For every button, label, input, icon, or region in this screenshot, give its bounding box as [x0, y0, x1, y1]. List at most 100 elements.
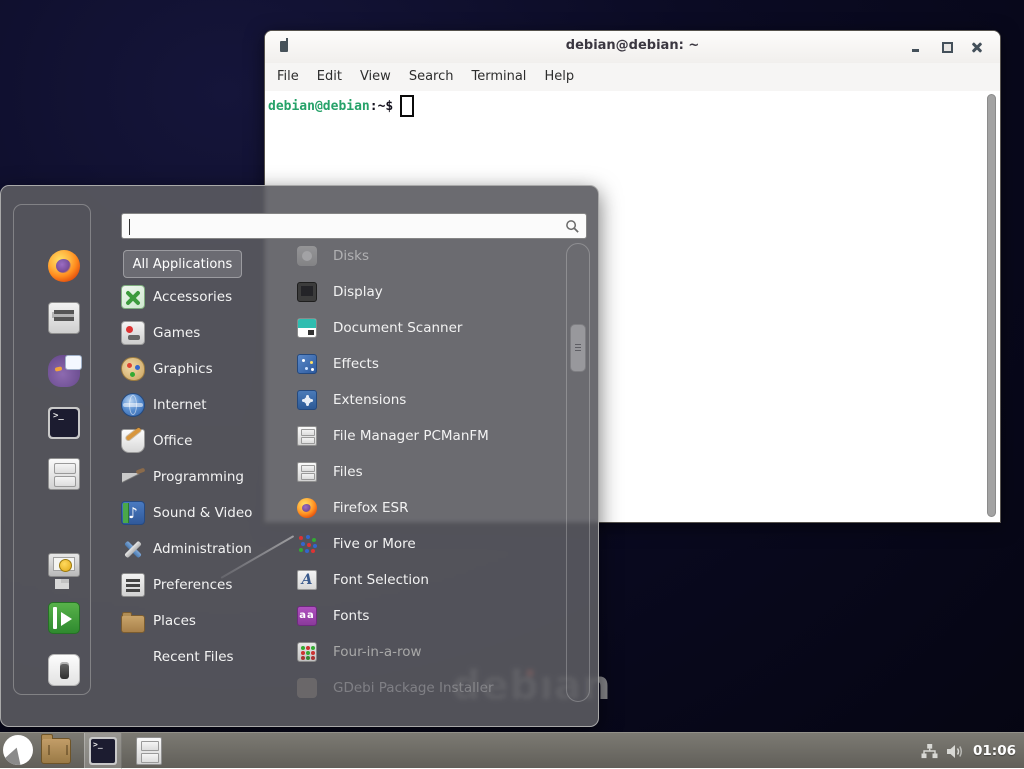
category-sound-video[interactable]: ♪Sound & Video	[117, 495, 267, 531]
app-firefox-esr[interactable]: Firefox ESR	[284, 490, 562, 526]
category-internet[interactable]: Internet	[117, 387, 267, 423]
category-recent-files[interactable]: Recent Files	[117, 639, 267, 675]
app-font-selection[interactable]: AFont Selection	[284, 562, 562, 598]
app-document-scanner[interactable]: Document Scanner	[284, 310, 562, 346]
category-list: Accessories Games Graphics Internet Offi…	[117, 279, 267, 675]
app-effects[interactable]: Effects	[284, 346, 562, 382]
note-glyph: ♪	[128, 504, 138, 522]
application-list: Disks Display Document Scanner Effects E…	[284, 238, 562, 706]
gdebi-icon	[297, 678, 317, 698]
taskbar-clock: 01:06	[973, 743, 1016, 759]
lock-screen-icon[interactable]	[48, 553, 80, 577]
menu-help[interactable]: Help	[535, 63, 583, 91]
system-tray: 01:06	[921, 733, 1016, 769]
taskbar-files-button[interactable]	[134, 737, 162, 765]
terminal-scrollbar[interactable]	[987, 94, 996, 517]
app-disks[interactable]: Disks	[284, 238, 562, 274]
text-caret	[129, 219, 130, 235]
category-places[interactable]: Places	[117, 603, 267, 639]
firefox-esr-icon	[297, 498, 317, 518]
app-fonts[interactable]: aaFonts	[284, 598, 562, 634]
menu-scrollbar-track[interactable]	[566, 243, 590, 702]
fonts-icon: aa	[297, 606, 317, 626]
app-four-in-a-row[interactable]: Four-in-a-row	[284, 634, 562, 670]
category-graphics[interactable]: Graphics	[117, 351, 267, 387]
taskbar-terminal-task[interactable]: >_	[84, 733, 122, 769]
prompt-suffix: :~$	[370, 99, 393, 114]
app-five-or-more[interactable]: Five or More	[284, 526, 562, 562]
category-programming[interactable]: Programming	[117, 459, 267, 495]
document-scanner-icon	[297, 318, 317, 338]
volume-icon[interactable]	[946, 743, 965, 760]
network-icon[interactable]	[921, 743, 938, 760]
pidgin-icon[interactable]	[48, 355, 80, 387]
prompt-user: debian@debian	[268, 99, 370, 114]
all-applications-label: All Applications	[133, 257, 233, 272]
terminal-scrollbar-thumb[interactable]	[987, 94, 996, 517]
terminal-glyph: >_	[50, 409, 78, 437]
sound-video-icon: ♪	[121, 501, 145, 525]
category-games[interactable]: Games	[117, 315, 267, 351]
menu-edit[interactable]: Edit	[308, 63, 351, 91]
firefox-icon[interactable]	[48, 250, 80, 282]
four-in-a-row-icon	[297, 642, 317, 662]
menu-terminal[interactable]: Terminal	[462, 63, 535, 91]
graphics-icon	[121, 357, 145, 381]
recent-files-spacer	[121, 645, 145, 669]
minimize-button[interactable]	[906, 38, 924, 56]
menu-file[interactable]: File	[268, 63, 308, 91]
terminal-task-icon: >_	[89, 737, 117, 765]
category-accessories[interactable]: Accessories	[117, 279, 267, 315]
terminal-window-title: debian@debian: ~	[265, 38, 1000, 53]
menu-search-box[interactable]	[121, 213, 587, 239]
taskbar: >_ 01:06	[0, 732, 1024, 768]
menu-view[interactable]: View	[351, 63, 400, 91]
taskbar-file-manager-button[interactable]	[41, 738, 71, 764]
places-icon	[121, 615, 145, 633]
terminal-titlebar[interactable]: debian@debian: ~	[265, 31, 1000, 64]
app-gdebi[interactable]: GDebi Package Installer	[284, 670, 562, 706]
category-preferences[interactable]: Preferences	[117, 567, 267, 603]
terminal-launcher-icon[interactable]: >_	[48, 407, 80, 439]
menu-sidebar: >_	[13, 204, 91, 695]
category-administration[interactable]: Administration	[117, 531, 267, 567]
app-display[interactable]: Display	[284, 274, 562, 310]
accessories-icon	[121, 285, 145, 309]
close-icon	[972, 42, 982, 52]
office-icon	[121, 429, 145, 453]
maximize-button[interactable]	[938, 38, 956, 56]
file-manager-icon[interactable]	[48, 458, 80, 490]
lock-emblem	[59, 559, 72, 572]
menu-scrollbar-thumb[interactable]	[570, 324, 586, 372]
fonts-aa-glyph: aa	[299, 610, 315, 621]
internet-icon	[121, 393, 145, 417]
logout-icon[interactable]	[48, 602, 80, 634]
maximize-icon	[942, 42, 953, 53]
taskbar-menu-button[interactable]	[3, 735, 33, 765]
games-icon	[121, 321, 145, 345]
search-input[interactable]	[128, 216, 552, 238]
search-icon	[565, 219, 580, 234]
close-button[interactable]	[968, 38, 986, 56]
app-file-manager-pcmanfm[interactable]: File Manager PCManFM	[284, 418, 562, 454]
terminal-prompt: debian@debian:~$	[268, 95, 414, 117]
terminal-cursor	[400, 95, 414, 117]
app-files[interactable]: Files	[284, 454, 562, 490]
extensions-icon	[297, 390, 317, 410]
preferences-icon	[121, 573, 145, 597]
menu-search[interactable]: Search	[400, 63, 463, 91]
app-extensions[interactable]: Extensions	[284, 382, 562, 418]
font-a-glyph: A	[302, 572, 313, 588]
files-icon	[297, 462, 317, 482]
files-task-icon	[136, 737, 162, 765]
category-office[interactable]: Office	[117, 423, 267, 459]
application-menu: >_ All Applications Accessories Games Gr…	[0, 185, 599, 727]
all-applications-button[interactable]: All Applications	[123, 250, 242, 278]
shutdown-icon[interactable]	[48, 654, 80, 686]
terminal-glyph-small: >_	[91, 739, 115, 763]
minimize-icon	[912, 49, 919, 52]
control-center-icon[interactable]	[48, 302, 80, 334]
administration-icon	[121, 537, 145, 561]
programming-icon	[121, 465, 145, 489]
font-selection-icon: A	[297, 570, 317, 590]
